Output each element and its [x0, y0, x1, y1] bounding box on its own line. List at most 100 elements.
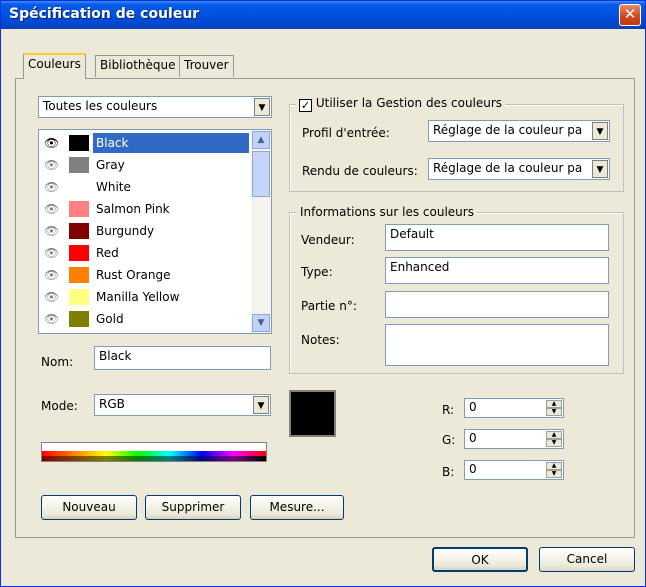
- color-swatch: [69, 135, 89, 151]
- color-preview-swatch: [289, 390, 336, 437]
- chevron-down-icon[interactable]: ▼: [254, 98, 270, 116]
- color-swatch: [69, 179, 89, 195]
- color-filter-value: Toutes les couleurs: [43, 99, 158, 113]
- chevron-down-icon[interactable]: ▼: [592, 160, 608, 178]
- color-management-label: Utiliser la Gestion des couleurs: [315, 96, 503, 110]
- g-value: 0: [469, 431, 477, 445]
- color-name: Gray: [96, 158, 125, 172]
- color-management-title: ✓ Utiliser la Gestion des couleurs: [296, 96, 506, 112]
- color-spectrum-picker[interactable]: [41, 442, 267, 462]
- mode-value: RGB: [99, 397, 125, 411]
- spin-down-icon[interactable]: ▼: [546, 470, 562, 478]
- color-name: Manilla Yellow: [96, 290, 180, 304]
- color-name: Burgundy: [96, 224, 155, 238]
- list-item[interactable]: 👁 Burgundy: [39, 220, 249, 242]
- r-spinner[interactable]: 0 ▲ ▼: [464, 398, 564, 418]
- window-title: Spécification de couleur: [9, 6, 200, 22]
- list-item[interactable]: 👁 Red: [39, 242, 249, 264]
- rendering-value: Réglage de la couleur pa: [433, 161, 583, 175]
- color-swatch: [69, 311, 89, 327]
- rendering-label: Rendu de couleurs:: [302, 164, 418, 178]
- list-item[interactable]: 👁 Salmon Pink: [39, 198, 249, 220]
- color-swatch: [69, 223, 89, 239]
- title-bar: Spécification de couleur ✕: [1, 1, 645, 29]
- color-swatch: [69, 289, 89, 305]
- mode-label: Mode:: [41, 399, 78, 413]
- eye-icon[interactable]: 👁: [44, 290, 59, 304]
- b-label: B:: [442, 465, 455, 479]
- scroll-down-icon[interactable]: ▼: [252, 314, 270, 332]
- rendering-dropdown[interactable]: Réglage de la couleur pa ▼: [428, 158, 610, 180]
- list-item[interactable]: 👁 Rust Orange: [39, 264, 249, 286]
- tab-couleurs[interactable]: Couleurs: [23, 53, 86, 79]
- spin-up-icon[interactable]: ▲: [546, 431, 562, 439]
- chevron-down-icon[interactable]: ▼: [253, 396, 269, 414]
- color-list[interactable]: 👁 Black 👁 Gray 👁 White 👁 Salmon Pink 👁 B…: [38, 129, 272, 334]
- spectrum-highlight: [42, 443, 266, 451]
- eye-icon[interactable]: 👁: [44, 180, 59, 194]
- part-number-field[interactable]: [385, 291, 609, 318]
- spectrum-shadow: [42, 456, 266, 461]
- name-label: Nom:: [41, 355, 74, 369]
- color-name: Black: [93, 133, 249, 153]
- close-button[interactable]: ✕: [619, 4, 641, 26]
- color-name: Gold: [96, 312, 124, 326]
- notes-field[interactable]: [385, 324, 609, 366]
- list-item[interactable]: 👁 Black: [39, 132, 249, 154]
- color-name: Rust Orange: [96, 268, 171, 282]
- color-spec-dialog: Spécification de couleur ✕ Couleurs Bibl…: [0, 0, 646, 587]
- type-field[interactable]: Enhanced: [385, 257, 609, 284]
- r-value: 0: [469, 400, 477, 414]
- input-profile-dropdown[interactable]: Réglage de la couleur pa ▼: [428, 120, 610, 142]
- eye-icon[interactable]: 👁: [44, 246, 59, 260]
- color-swatch: [69, 157, 89, 173]
- vendor-label: Vendeur:: [301, 233, 355, 247]
- type-label: Type:: [301, 265, 333, 279]
- r-label: R:: [442, 403, 455, 417]
- b-value: 0: [469, 462, 477, 476]
- g-label: G:: [442, 433, 456, 447]
- scroll-thumb[interactable]: [252, 151, 270, 197]
- scroll-up-icon[interactable]: ▲: [252, 131, 270, 149]
- spin-down-icon[interactable]: ▼: [546, 439, 562, 447]
- spin-up-icon[interactable]: ▲: [546, 462, 562, 470]
- color-name: Salmon Pink: [96, 202, 170, 216]
- color-swatch: [69, 267, 89, 283]
- list-item[interactable]: 👁 Gold: [39, 308, 249, 330]
- list-item[interactable]: 👁 Manilla Yellow: [39, 286, 249, 308]
- chevron-down-icon[interactable]: ▼: [592, 122, 608, 140]
- color-filter-dropdown[interactable]: Toutes les couleurs ▼: [38, 96, 272, 118]
- mode-dropdown[interactable]: RGB ▼: [94, 394, 271, 416]
- eye-icon[interactable]: 👁: [44, 268, 59, 282]
- eye-icon[interactable]: 👁: [44, 158, 59, 172]
- notes-label: Notes:: [301, 333, 340, 347]
- new-button[interactable]: Nouveau: [41, 495, 137, 520]
- color-management-checkbox[interactable]: ✓: [299, 99, 312, 112]
- delete-button[interactable]: Supprimer: [145, 495, 241, 520]
- spin-down-icon[interactable]: ▼: [546, 408, 562, 416]
- color-info-title: Informations sur les couleurs: [297, 205, 477, 219]
- spin-up-icon[interactable]: ▲: [546, 400, 562, 408]
- tab-bibliotheque[interactable]: Bibliothèque: [95, 55, 181, 77]
- g-spinner[interactable]: 0 ▲ ▼: [464, 429, 564, 449]
- color-swatch: [69, 201, 89, 217]
- cancel-button[interactable]: Cancel: [539, 547, 635, 572]
- input-profile-label: Profil d'entrée:: [302, 126, 390, 140]
- color-swatch: [69, 245, 89, 261]
- eye-icon[interactable]: 👁: [44, 202, 59, 216]
- color-name: Red: [96, 246, 119, 260]
- b-spinner[interactable]: 0 ▲ ▼: [464, 460, 564, 480]
- vendor-field[interactable]: Default: [385, 224, 609, 251]
- measure-button[interactable]: Mesure...: [250, 495, 344, 520]
- input-profile-value: Réglage de la couleur pa: [433, 123, 583, 137]
- eye-icon[interactable]: 👁: [44, 136, 59, 150]
- list-item[interactable]: 👁 White: [39, 176, 249, 198]
- list-item[interactable]: 👁 Gray: [39, 154, 249, 176]
- tab-trouver[interactable]: Trouver: [179, 55, 234, 77]
- eye-icon[interactable]: 👁: [44, 312, 59, 326]
- list-scrollbar[interactable]: ▲ ▼: [251, 130, 271, 333]
- eye-icon[interactable]: 👁: [44, 224, 59, 238]
- name-field[interactable]: Black: [94, 346, 271, 370]
- color-name: White: [96, 180, 131, 194]
- ok-button[interactable]: OK: [432, 547, 528, 572]
